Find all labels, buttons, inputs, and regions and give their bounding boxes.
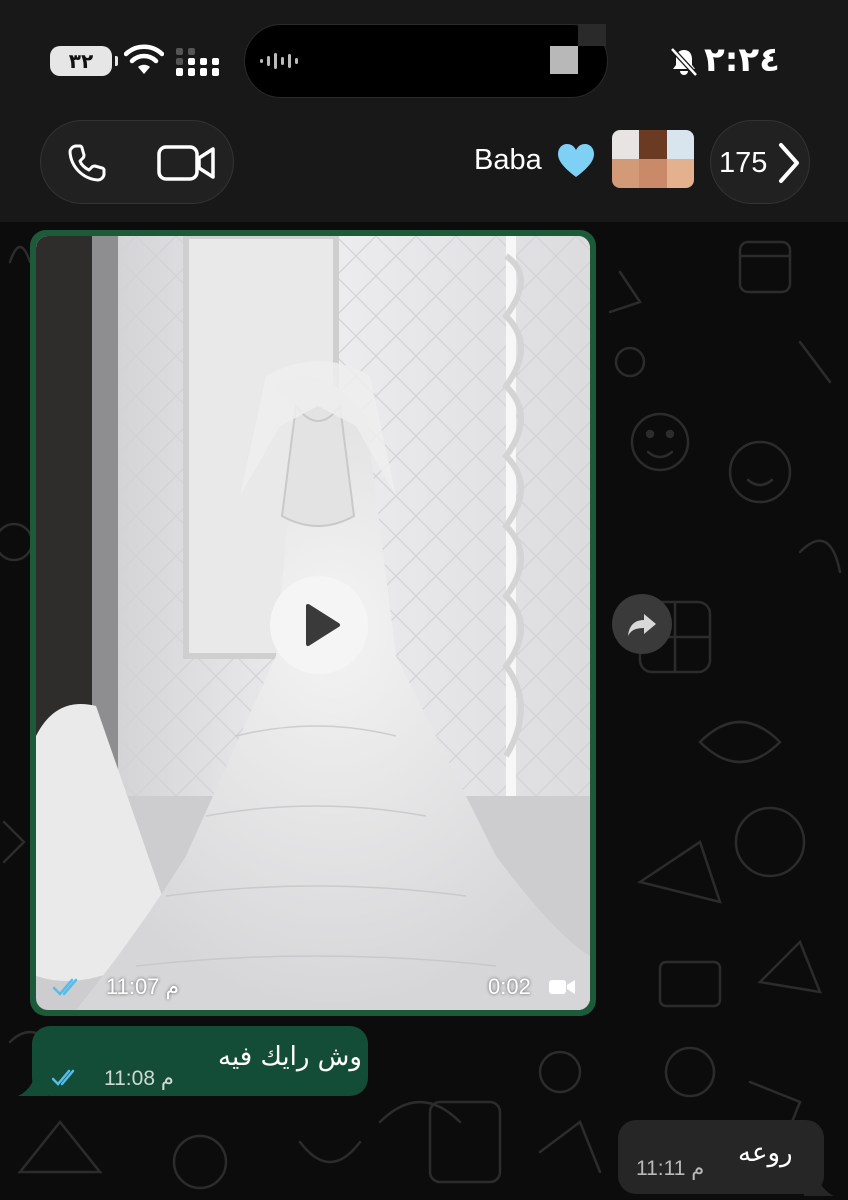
read-ticks-icon	[52, 1069, 75, 1086]
video-camera-icon[interactable]	[155, 139, 219, 187]
blue-heart-icon	[558, 144, 594, 177]
play-icon	[306, 604, 340, 646]
read-ticks-icon	[52, 978, 78, 996]
back-button[interactable]: 175	[710, 120, 810, 204]
bell-slash-icon	[670, 47, 698, 77]
forward-arrow-icon	[628, 614, 656, 636]
redacted-block	[578, 24, 606, 46]
battery-indicator: ٣٢	[50, 46, 118, 76]
video-message-bubble[interactable]: 11:07 م 0:02	[30, 230, 596, 1016]
redacted-block	[550, 46, 578, 74]
video-duration: 0:02	[488, 974, 531, 999]
video-thumbnail[interactable]: 11:07 م 0:02	[36, 236, 590, 1010]
forward-button[interactable]	[612, 594, 672, 654]
message-time: 11:07 م	[106, 974, 180, 999]
chat-header: Baba 175	[0, 120, 848, 222]
wifi-icon	[124, 44, 164, 74]
unread-count: 175	[719, 147, 768, 179]
outgoing-message-bubble[interactable]: وش رايك فيه 11:08 م	[32, 1026, 368, 1096]
message-text: وش رايك فيه	[218, 1042, 362, 1072]
contact-name[interactable]: Baba	[474, 144, 542, 177]
avatar[interactable]	[612, 130, 694, 188]
status-bar: ٣٢ ٢:٢٤	[0, 0, 848, 120]
video-camera-icon	[549, 980, 575, 994]
play-button[interactable]	[270, 576, 368, 674]
status-time: ٢:٢٤	[704, 40, 780, 80]
call-actions	[40, 120, 234, 204]
chat-area[interactable]: 11:07 م 0:02 وش رايك فيه 11:08 م روعه 11…	[0, 222, 848, 1200]
cellular-signal-icon	[176, 48, 219, 76]
audio-wave-icon	[260, 53, 298, 69]
phone-icon[interactable]	[61, 137, 113, 189]
incoming-message-bubble[interactable]: روعه 11:11 م	[618, 1120, 824, 1194]
message-time: 11:11 م	[636, 1157, 705, 1180]
chevron-right-icon	[779, 143, 799, 183]
message-time: 11:08 م	[104, 1067, 174, 1090]
message-text: روعه	[738, 1138, 793, 1168]
